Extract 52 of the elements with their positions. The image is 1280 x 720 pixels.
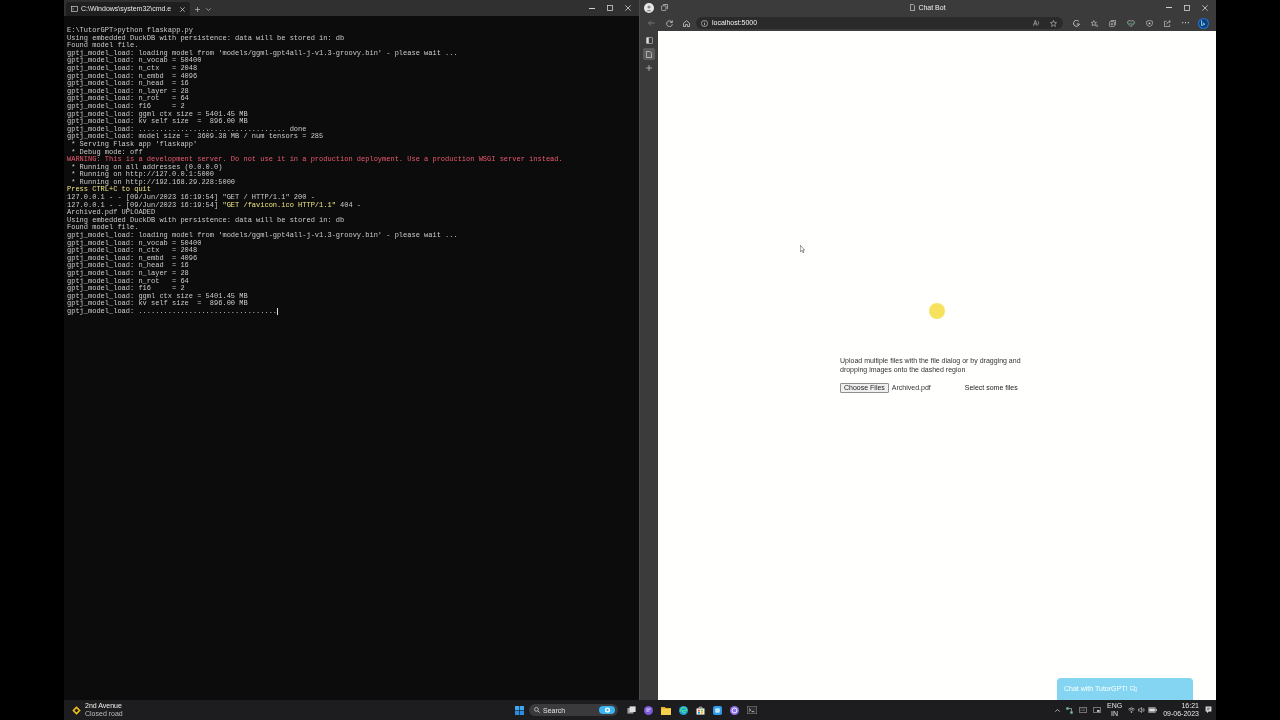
heart-icon[interactable] <box>1127 19 1135 27</box>
profile-avatar-icon[interactable] <box>644 2 654 13</box>
tab-actions-icon[interactable] <box>661 4 668 11</box>
text-cursor-icon <box>277 308 279 316</box>
info-icon[interactable] <box>701 19 708 27</box>
read-aloud-icon[interactable] <box>1033 20 1040 26</box>
terminal-window-icon <box>71 6 78 12</box>
share-icon[interactable] <box>1164 19 1171 27</box>
mouse-pointer-icon <box>800 245 805 253</box>
search-icon <box>534 707 540 713</box>
display-icon[interactable] <box>1093 707 1101 713</box>
collections-icon[interactable] <box>1109 19 1116 27</box>
terminal-icon[interactable] <box>747 706 757 714</box>
battery-icon[interactable] <box>1148 707 1158 713</box>
network-nodes-icon[interactable] <box>1066 706 1073 714</box>
speaker-icon[interactable] <box>1138 707 1146 713</box>
shield-icon[interactable] <box>1146 19 1153 27</box>
close-icon[interactable] <box>625 5 631 11</box>
refresh-icon[interactable] <box>666 19 673 27</box>
wifi-icon[interactable] <box>1128 707 1136 713</box>
store-icon[interactable] <box>696 705 705 715</box>
vertical-tab[interactable] <box>643 48 655 60</box>
back-icon <box>648 20 655 26</box>
start-icon[interactable] <box>515 705 524 715</box>
new-tab-icon[interactable] <box>646 65 652 71</box>
page-icon <box>646 50 652 58</box>
folder-icon[interactable] <box>661 705 671 715</box>
circle-app-icon[interactable] <box>730 705 739 715</box>
road-warning-icon[interactable] <box>72 705 81 715</box>
close-icon[interactable] <box>1202 4 1208 11</box>
star-icon[interactable] <box>1050 19 1057 27</box>
chat-icon[interactable] <box>644 705 653 715</box>
close-icon[interactable] <box>180 6 185 12</box>
search-highlight-icon <box>599 706 615 714</box>
new-tab-icon[interactable] <box>195 6 200 12</box>
maximize-icon[interactable] <box>1184 4 1190 11</box>
browser-icon[interactable] <box>679 705 688 715</box>
chat-assistant-icon[interactable] <box>1198 17 1209 29</box>
maximize-icon[interactable] <box>607 5 613 11</box>
chevron-down-icon[interactable] <box>206 7 211 11</box>
cursor-highlight-icon <box>929 303 945 319</box>
chevron-up-icon[interactable] <box>1055 708 1060 712</box>
favorites-icon[interactable] <box>1091 19 1098 27</box>
home-icon[interactable] <box>683 19 690 27</box>
app-icon[interactable] <box>713 705 722 715</box>
page-icon <box>910 4 916 11</box>
task-view-icon[interactable] <box>627 706 636 714</box>
notification-icon[interactable] <box>1205 706 1212 714</box>
minimize-icon[interactable] <box>589 7 595 9</box>
sidebar-toggle-icon[interactable] <box>645 37 653 44</box>
speech-bubbles-icon <box>1130 686 1138 692</box>
keyboard-icon[interactable] <box>1079 707 1087 713</box>
